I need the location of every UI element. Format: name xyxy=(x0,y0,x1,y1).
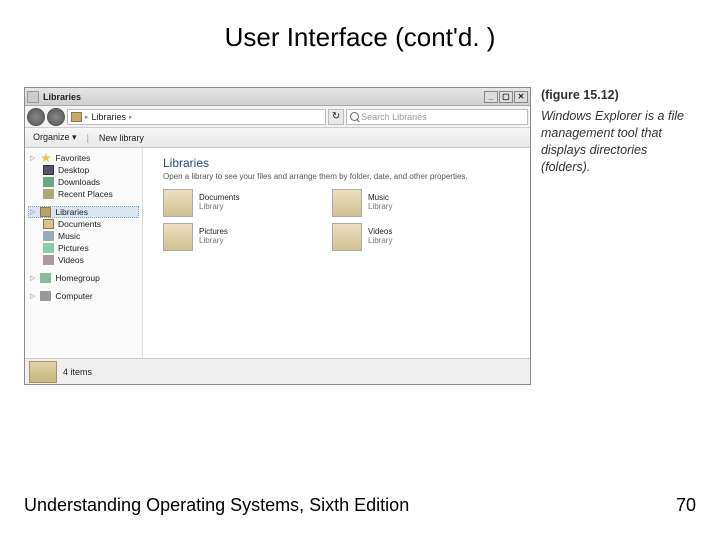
window-body: ▷ Favorites Desktop Downloads Rece xyxy=(25,148,530,358)
desktop-icon xyxy=(43,165,54,175)
documents-icon xyxy=(43,219,54,229)
close-button[interactable]: ✕ xyxy=(514,91,528,103)
sidebar-header-homegroup[interactable]: ▷ Homegroup xyxy=(28,272,139,284)
pictures-icon xyxy=(43,243,54,253)
content-subtitle: Open a library to see your files and arr… xyxy=(163,172,518,181)
sidebar-group-homegroup: ▷ Homegroup xyxy=(28,272,139,284)
library-tile-documents[interactable]: Documents Library xyxy=(163,189,314,217)
nav-bar: ▸ Libraries ▸ ↻ Search Libraries xyxy=(25,106,530,128)
title-bar[interactable]: Libraries _ ▢ ✕ xyxy=(25,88,530,106)
sidebar-group-libraries: ▷ Libraries Documents Music Pictur xyxy=(28,206,139,266)
new-library-button[interactable]: New library xyxy=(99,133,144,143)
folder-icon xyxy=(71,112,82,122)
chevron-down-icon: ▾ xyxy=(72,132,77,142)
search-icon xyxy=(350,112,359,121)
window-title: Libraries xyxy=(43,92,81,102)
sidebar-header-libraries[interactable]: ▷ Libraries xyxy=(28,206,139,218)
music-icon xyxy=(43,231,54,241)
chevron-icon: ▷ xyxy=(30,274,35,282)
sidebar-group-favorites: ▷ Favorites Desktop Downloads Rece xyxy=(28,152,139,200)
chevron-icon: ▷ xyxy=(30,208,35,216)
slide-title: User Interface (cont'd. ) xyxy=(0,0,720,65)
breadcrumb[interactable]: ▸ Libraries ▸ xyxy=(67,109,326,125)
tile-label: Pictures Library xyxy=(199,228,228,246)
status-bar: 4 items xyxy=(25,358,530,384)
page-number: 70 xyxy=(676,495,696,516)
recent-icon xyxy=(43,189,54,199)
sidebar-item-desktop[interactable]: Desktop xyxy=(28,164,139,176)
main-pane: Libraries Open a library to see your fil… xyxy=(143,148,530,358)
chevron-right-icon: ▸ xyxy=(85,113,89,121)
library-grid: Documents Library Music Library xyxy=(163,189,483,251)
sidebar-group-computer: ▷ Computer xyxy=(28,290,139,302)
sidebar-item-music[interactable]: Music xyxy=(28,230,139,242)
refresh-button[interactable]: ↻ xyxy=(328,109,344,125)
window-icon xyxy=(27,91,39,103)
window-controls: _ ▢ ✕ xyxy=(484,91,528,103)
pictures-library-icon xyxy=(163,223,193,251)
figure-caption-text: Windows Explorer is a file management to… xyxy=(541,109,684,174)
sidebar-item-downloads[interactable]: Downloads xyxy=(28,176,139,188)
content-area: Libraries _ ▢ ✕ ▸ Libraries ▸ ↻ Search L… xyxy=(0,65,720,385)
sidebar-header-computer[interactable]: ▷ Computer xyxy=(28,290,139,302)
sidebar-header-favorites[interactable]: ▷ Favorites xyxy=(28,152,139,164)
slide-footer: Understanding Operating Systems, Sixth E… xyxy=(24,495,696,516)
music-library-icon xyxy=(332,189,362,217)
figure-caption: (figure 15.12) Windows Explorer is a fil… xyxy=(541,87,700,385)
videos-icon xyxy=(43,255,54,265)
tile-label: Videos Library xyxy=(368,228,392,246)
forward-button[interactable] xyxy=(47,108,65,126)
back-button[interactable] xyxy=(27,108,45,126)
homegroup-icon xyxy=(40,273,51,283)
separator: | xyxy=(87,133,89,143)
libraries-icon xyxy=(40,207,51,217)
figure-label: (figure 15.12) xyxy=(541,87,700,104)
sidebar-item-videos[interactable]: Videos xyxy=(28,254,139,266)
tile-label: Documents Library xyxy=(199,194,239,212)
footer-text: Understanding Operating Systems, Sixth E… xyxy=(24,495,409,516)
sidebar-item-recent[interactable]: Recent Places xyxy=(28,188,139,200)
computer-icon xyxy=(40,291,51,301)
status-folder-icon xyxy=(29,361,57,383)
library-tile-pictures[interactable]: Pictures Library xyxy=(163,223,314,251)
sidebar-item-documents[interactable]: Documents xyxy=(28,218,139,230)
maximize-button[interactable]: ▢ xyxy=(499,91,513,103)
downloads-icon xyxy=(43,177,54,187)
tool-bar: Organize ▾ | New library xyxy=(25,128,530,148)
status-text: 4 items xyxy=(63,367,92,377)
videos-library-icon xyxy=(332,223,362,251)
tile-label: Music Library xyxy=(368,194,392,212)
chevron-right-icon: ▸ xyxy=(129,113,133,121)
documents-library-icon xyxy=(163,189,193,217)
chevron-icon: ▷ xyxy=(30,292,35,300)
organize-button[interactable]: Organize ▾ xyxy=(33,132,77,143)
library-tile-videos[interactable]: Videos Library xyxy=(332,223,483,251)
sidebar-item-pictures[interactable]: Pictures xyxy=(28,242,139,254)
favorites-icon xyxy=(40,153,51,163)
sidebar: ▷ Favorites Desktop Downloads Rece xyxy=(25,148,143,358)
library-tile-music[interactable]: Music Library xyxy=(332,189,483,217)
explorer-window: Libraries _ ▢ ✕ ▸ Libraries ▸ ↻ Search L… xyxy=(24,87,531,385)
breadcrumb-label: Libraries xyxy=(92,112,127,122)
search-input[interactable]: Search Libraries xyxy=(346,109,528,125)
minimize-button[interactable]: _ xyxy=(484,91,498,103)
content-heading: Libraries xyxy=(163,156,518,170)
chevron-icon: ▷ xyxy=(30,154,35,162)
search-placeholder: Search Libraries xyxy=(361,112,427,122)
